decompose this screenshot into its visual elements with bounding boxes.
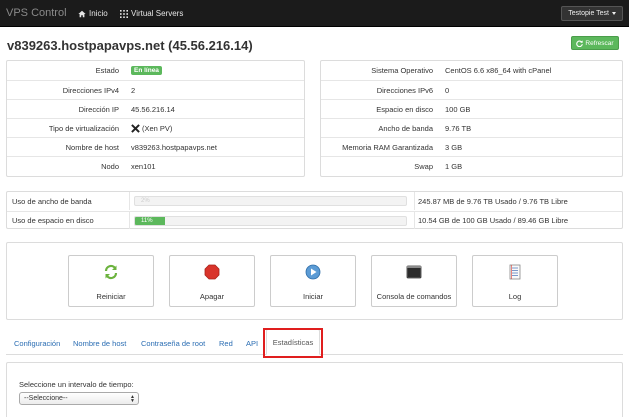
restart-icon bbox=[104, 264, 118, 280]
info-label: Direcciones IPv4 bbox=[62, 85, 119, 95]
info-value: 9.76 TB bbox=[445, 123, 472, 133]
info-value: 100 GB bbox=[445, 104, 471, 114]
play-icon bbox=[305, 264, 321, 280]
interval-select-value: --Seleccione-- bbox=[24, 395, 68, 402]
info-value: xen101 bbox=[131, 161, 156, 171]
info-value: CentOS 6.6 x86_64 with cPanel bbox=[445, 66, 552, 75]
interval-label: Seleccione un intervalo de tiempo: bbox=[19, 380, 134, 389]
info-row-virtualization: Tipo de virtualización (Xen PV) bbox=[7, 118, 304, 137]
tab-configuracion[interactable]: Configuración bbox=[14, 339, 60, 348]
info-row-ram: Memoria RAM Garantizada 3 GB bbox=[321, 137, 622, 156]
info-value: 3 GB bbox=[445, 142, 463, 152]
nav-virtual-servers-label: Virtual Servers bbox=[131, 9, 184, 18]
info-label: Nodo bbox=[101, 161, 119, 171]
info-row-ip: Dirección IP 45.56.216.14 bbox=[7, 99, 304, 118]
log-button[interactable]: Log bbox=[472, 255, 558, 307]
log-label: Log bbox=[508, 292, 522, 301]
info-label: Direcciones IPv6 bbox=[376, 85, 433, 95]
usage-label: Uso de espacio en disco bbox=[12, 216, 94, 225]
stop-icon bbox=[204, 264, 220, 280]
info-label: Dirección IP bbox=[78, 104, 119, 114]
tab-red[interactable]: Red bbox=[219, 339, 233, 348]
virtualization-value: (Xen PV) bbox=[142, 123, 173, 133]
info-value: 45.56.216.14 bbox=[131, 104, 175, 114]
interval-select[interactable]: --Seleccione-- ▲ ▼ bbox=[19, 392, 139, 405]
info-value: 0 bbox=[445, 85, 450, 95]
stats-panel: Seleccione un intervalo de tiempo: --Sel… bbox=[6, 362, 623, 417]
info-label: Ancho de banda bbox=[378, 123, 433, 133]
start-label: Iniciar bbox=[302, 292, 323, 301]
tab-nombre-de-host[interactable]: Nombre de host bbox=[73, 339, 126, 348]
bandwidth-progress-bar: 2% bbox=[134, 196, 407, 206]
info-value: 1 GB bbox=[445, 161, 463, 171]
info-label: Nombre de host bbox=[65, 142, 119, 152]
caret-down-icon bbox=[612, 12, 616, 15]
usage-label: Uso de ancho de banda bbox=[12, 196, 92, 206]
console-label: Consola de comandos bbox=[376, 292, 452, 301]
tab-contrasena-root[interactable]: Contraseña de root bbox=[141, 339, 205, 348]
nav-home-link[interactable]: Inicio bbox=[78, 9, 108, 18]
highlight-box bbox=[263, 328, 323, 358]
log-icon bbox=[509, 264, 521, 280]
info-row-bandwidth: Ancho de banda 9.76 TB bbox=[321, 118, 622, 137]
info-row-hostname: Nombre de host v839263.hostpapavps.net bbox=[7, 137, 304, 156]
progress-percent: 11% bbox=[141, 218, 153, 224]
info-label: Espacio en disco bbox=[376, 104, 433, 114]
info-value: 2 bbox=[131, 85, 136, 95]
restart-label: Reiniciar bbox=[96, 292, 126, 301]
top-navbar: VPS Control Inicio Virtual Servers Testo… bbox=[0, 0, 629, 27]
info-row-node: Nodo xen101 bbox=[7, 156, 304, 175]
info-row-ipv4: Direcciones IPv4 2 bbox=[7, 80, 304, 99]
home-icon bbox=[78, 10, 86, 17]
refresh-label: Refrescar bbox=[585, 39, 614, 47]
info-row-os: Sistema Operativo CentOS 6.6 x86_64 with… bbox=[321, 61, 622, 80]
tab-api[interactable]: API bbox=[246, 339, 258, 348]
shutdown-button[interactable]: Apagar bbox=[169, 255, 255, 307]
user-menu-button[interactable]: Testopie Test bbox=[561, 6, 623, 21]
disk-progress-bar: 11% bbox=[134, 216, 407, 226]
refresh-icon bbox=[576, 39, 584, 47]
info-value: En línea bbox=[127, 61, 162, 80]
usage-detail: 10.54 GB de 100 GB Usado / 89.46 GB Libr… bbox=[414, 212, 568, 229]
console-button[interactable]: Consola de comandos bbox=[371, 255, 457, 307]
grid-icon bbox=[120, 9, 128, 18]
info-row-swap: Swap 1 GB bbox=[321, 156, 622, 175]
info-value: v839263.hostpapavps.net bbox=[131, 142, 217, 152]
info-value: (Xen PV) bbox=[127, 119, 172, 137]
info-row-ipv6: Direcciones IPv6 0 bbox=[321, 80, 622, 99]
brand-logo[interactable]: VPS Control bbox=[6, 7, 67, 19]
nav-home-label: Inicio bbox=[89, 9, 108, 18]
info-label: Memoria RAM Garantizada bbox=[342, 142, 433, 152]
server-info-panel: Estado En línea Direcciones IPv4 2 Direc… bbox=[6, 60, 305, 177]
refresh-button[interactable]: Refrescar bbox=[571, 36, 619, 50]
restart-button[interactable]: Reiniciar bbox=[68, 255, 154, 307]
xen-icon bbox=[131, 123, 140, 133]
user-name: Testopie Test bbox=[568, 10, 609, 17]
actions-panel: Reiniciar Apagar Iniciar Consola de coma… bbox=[6, 242, 623, 320]
info-label: Sistema Operativo bbox=[371, 66, 433, 75]
start-button[interactable]: Iniciar bbox=[270, 255, 356, 307]
bandwidth-usage-row: Uso de ancho de banda 2% 245.87 MB de 9.… bbox=[7, 192, 622, 210]
status-badge: En línea bbox=[131, 66, 162, 75]
divider bbox=[129, 212, 130, 229]
disk-usage-row: Uso de espacio en disco 11% 10.54 GB de … bbox=[7, 211, 622, 229]
info-row-disk: Espacio en disco 100 GB bbox=[321, 99, 622, 118]
info-label: Swap bbox=[414, 161, 433, 171]
shutdown-label: Apagar bbox=[199, 292, 225, 301]
usage-panel: Uso de ancho de banda 2% 245.87 MB de 9.… bbox=[6, 191, 623, 229]
info-label: Estado bbox=[95, 66, 119, 75]
info-label: Tipo de virtualización bbox=[48, 123, 119, 133]
select-arrows-icon: ▲ ▼ bbox=[130, 394, 135, 404]
info-row-status: Estado En línea bbox=[7, 61, 304, 80]
nav-virtual-servers-link[interactable]: Virtual Servers bbox=[120, 9, 183, 18]
page-title: v839263.hostpapavps.net (45.56.216.14) bbox=[7, 38, 253, 53]
terminal-icon bbox=[406, 265, 422, 279]
divider bbox=[129, 192, 130, 210]
progress-percent: 2% bbox=[141, 198, 150, 204]
resources-info-panel: Sistema Operativo CentOS 6.6 x86_64 with… bbox=[320, 60, 623, 177]
usage-detail: 245.87 MB de 9.76 TB Usado / 9.76 TB Lib… bbox=[414, 192, 568, 210]
